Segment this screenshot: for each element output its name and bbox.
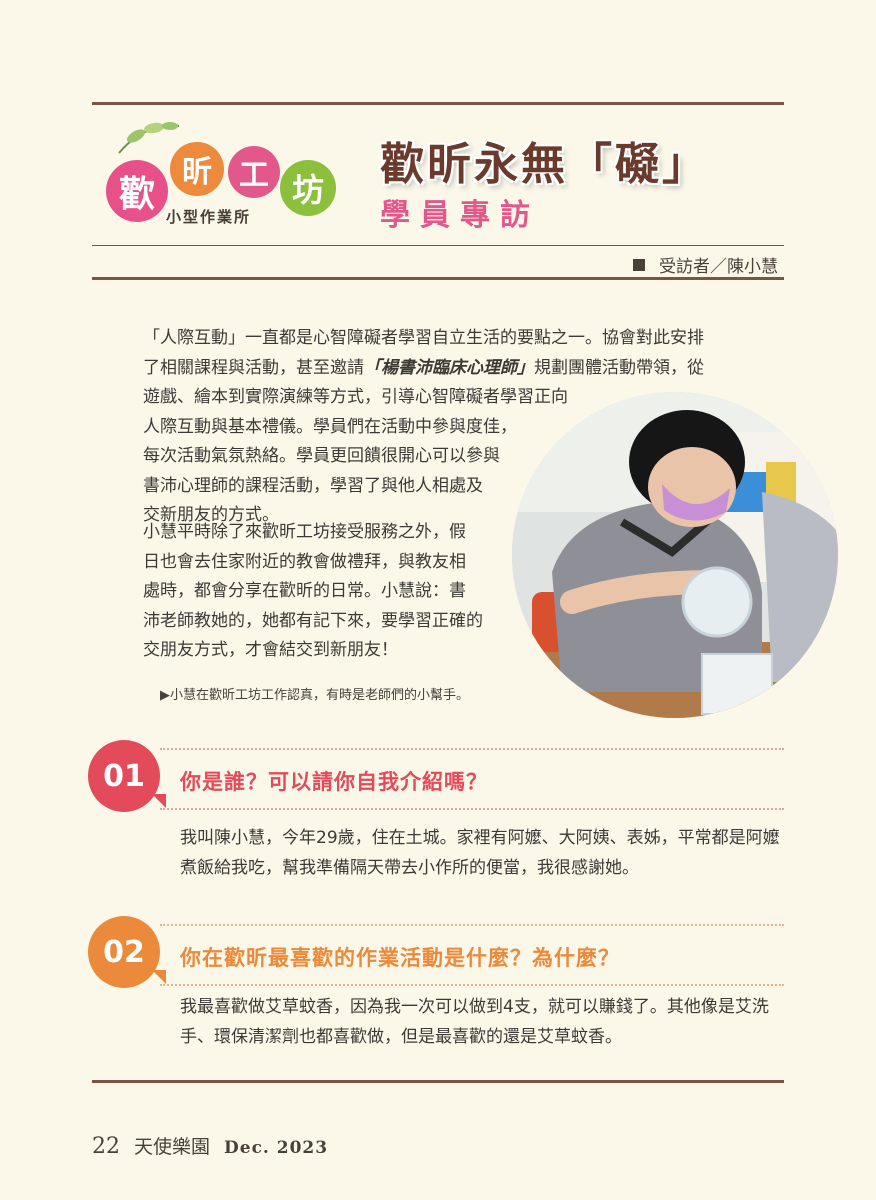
logo-char-1: 歡 (106, 160, 168, 222)
interviewee-text: 受訪者／陳小慧 (659, 257, 778, 277)
intro-line: 「人際互動」一直都是心智障礙者學習自立生活的要點之一。協會對此安排 (143, 328, 704, 348)
photo-illustration (512, 392, 838, 718)
photo-caption: ▶小慧在歡昕工坊工作認真，有時是老師們的小幫手。 (160, 688, 469, 703)
header-bottom-rule (92, 277, 784, 280)
page-number: 22 (92, 1134, 120, 1159)
page-subtitle: 學員專訪 (380, 198, 540, 233)
intro-line: 交朋友方式，才會結交到新朋友！ (143, 640, 398, 660)
intro-line-text: 了相關課程與活動，甚至邀請 (143, 357, 364, 378)
q1-number-badge: 01 (88, 740, 166, 812)
therapist-name: 「楊書沛臨床心理師」 (364, 357, 534, 378)
q2-number-badge: 02 (88, 916, 166, 988)
q1-dotted-rule-bottom (160, 808, 784, 810)
logo-char-2: 昕 (170, 142, 224, 196)
intro-line: 處時，都會分享在歡昕的日常。小慧說：書 (143, 581, 466, 601)
q2-answer: 我最喜歡做艾草蚊香，因為我一次可以做到4支，就可以賺錢了。其他像是艾洗手、環保清… (180, 997, 769, 1047)
intro-paragraph-2: 小慧平時除了來歡昕工坊接受服務之外，假 日也會去住家附近的教會做禮拜，與教友相 … (143, 518, 523, 666)
page-footer: 22 天使樂園 Dec. 2023 (92, 1132, 328, 1159)
logo-subtitle: 小型作業所 (166, 208, 252, 226)
workshop-logo: 歡 昕 工 坊 小型作業所 (100, 118, 350, 233)
logo-char-3: 工 (228, 146, 280, 198)
intro-line: 了相關課程與活動，甚至邀請「楊書沛臨床心理師」規劃團體活動帶領，從 (143, 354, 763, 384)
student-photo (512, 392, 838, 718)
q2-dotted-rule-top (160, 924, 784, 926)
square-bullet-icon (633, 258, 645, 271)
page-title: 歡昕永無「礙」 (380, 139, 709, 190)
q1-answer: 我叫陳小慧，今年29歲，住在土城。家裡有阿嬤、大阿姨、表姊，平常都是阿嬤煮飯給我… (180, 828, 780, 878)
intro-line-text: 規劃團體活動帶領，從 (534, 357, 704, 378)
issue-date: Dec. 2023 (224, 1138, 329, 1158)
logo-char-4: 坊 (280, 160, 336, 216)
q1-question: 你是誰？可以請你自我介紹嗎？ (180, 770, 488, 794)
intro-line: 日也會去住家附近的教會做禮拜，與教友相 (143, 551, 466, 572)
footer-rule (92, 1080, 784, 1083)
intro-line: 沛老師教她的，她都有記下來，要學習正確的 (143, 610, 483, 631)
magazine-name: 天使樂園 (134, 1136, 211, 1158)
header-top-rule (92, 102, 784, 105)
q1-dotted-rule-top (160, 748, 784, 750)
leaf-decoration-icon (118, 122, 180, 154)
interviewee-label: 受訪者／陳小慧 (633, 252, 778, 277)
q2-dotted-rule-bottom (160, 984, 784, 986)
q2-question: 你在歡昕最喜歡的作業活動是什麼？為什麼？ (180, 946, 620, 970)
header-mid-rule (92, 245, 784, 246)
intro-line: 小慧平時除了來歡昕工坊接受服務之外，假 (143, 522, 466, 542)
